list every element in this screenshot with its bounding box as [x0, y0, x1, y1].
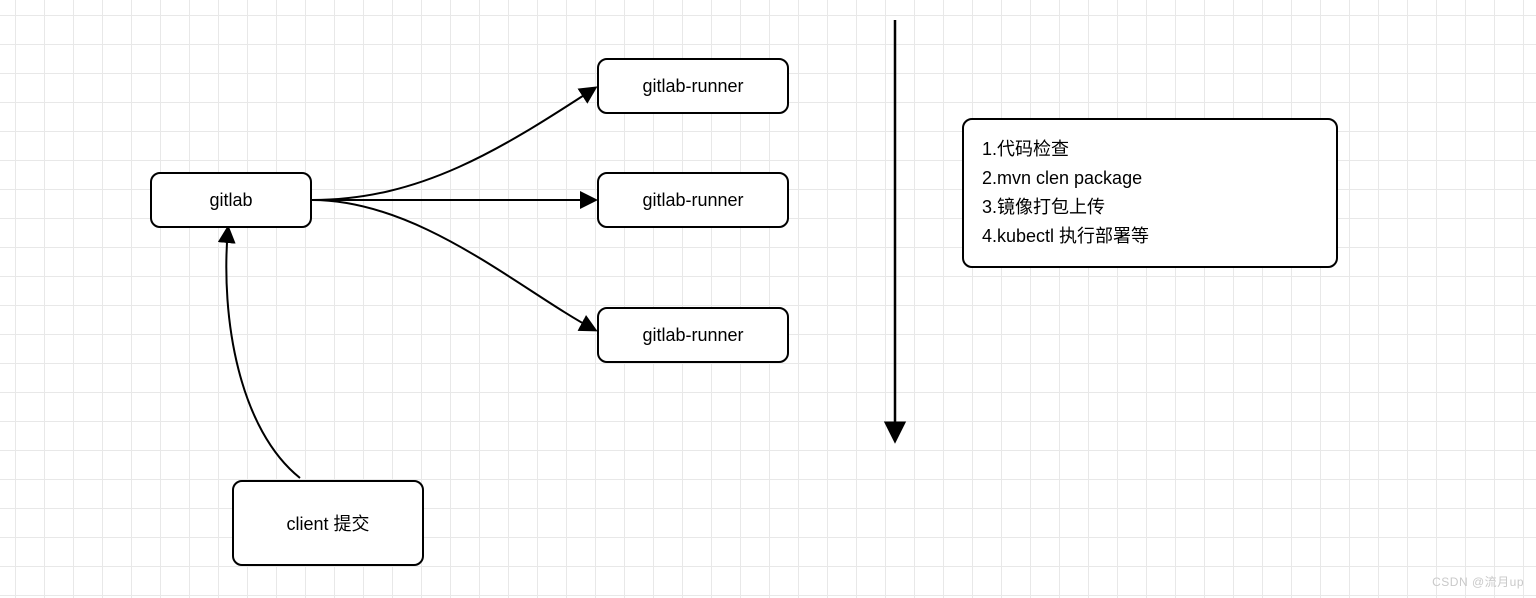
edge-client-to-gitlab: [226, 228, 300, 478]
edge-gitlab-to-runner1: [312, 88, 595, 200]
node-gitlab: gitlab: [150, 172, 312, 228]
step-2: 2.mvn clen package: [982, 164, 1318, 193]
step-4: 4.kubectl 执行部署等: [982, 222, 1318, 251]
node-gitlab-label: gitlab: [209, 190, 252, 211]
node-runner-2: gitlab-runner: [597, 172, 789, 228]
step-3: 3.镜像打包上传: [982, 193, 1318, 222]
node-client: client 提交: [232, 480, 424, 566]
edge-gitlab-to-runner3: [312, 200, 595, 330]
node-runner-3-label: gitlab-runner: [642, 325, 743, 346]
node-runner-3: gitlab-runner: [597, 307, 789, 363]
node-runner-1-label: gitlab-runner: [642, 76, 743, 97]
steps-box: 1.代码检查 2.mvn clen package 3.镜像打包上传 4.kub…: [962, 118, 1338, 268]
watermark: CSDN @流月up: [1432, 573, 1524, 590]
step-1: 1.代码检查: [982, 135, 1318, 164]
node-runner-2-label: gitlab-runner: [642, 190, 743, 211]
node-runner-1: gitlab-runner: [597, 58, 789, 114]
node-client-label: client 提交: [286, 510, 369, 536]
